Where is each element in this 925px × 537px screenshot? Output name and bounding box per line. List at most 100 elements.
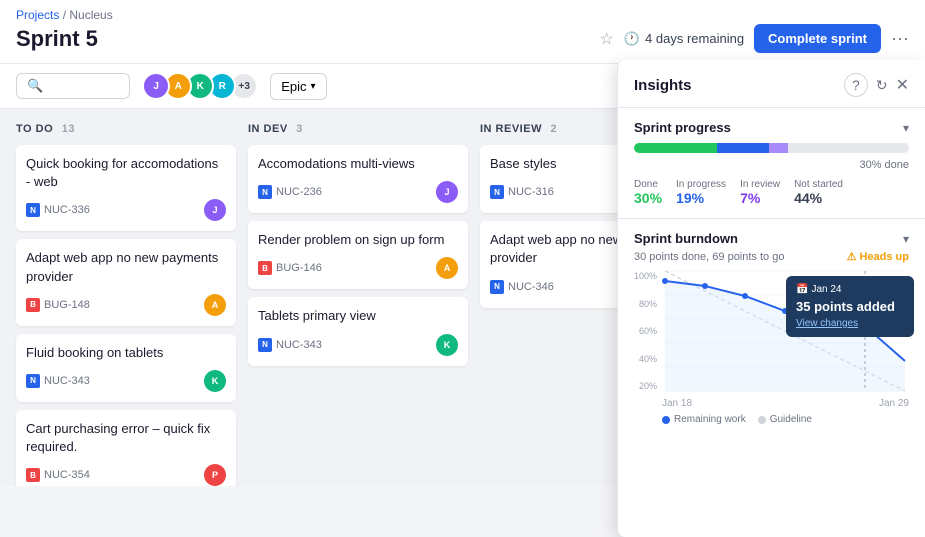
burndown-chart-container: 100% 80% 60% 40% 20% bbox=[634, 271, 909, 425]
ticket-id: NUC-236 bbox=[276, 186, 322, 198]
ticket-id: NUC-336 bbox=[44, 204, 90, 216]
card-nuc-343-dev[interactable]: Tablets primary view N NUC-343 K bbox=[248, 297, 468, 365]
card-avatar: J bbox=[204, 199, 226, 221]
stat-inprogress-label: In progress bbox=[676, 179, 726, 190]
tooltip-date: 📅 Jan 24 bbox=[796, 284, 904, 295]
refresh-button[interactable]: ↻ bbox=[876, 77, 888, 94]
sprint-progress-chevron[interactable]: ▾ bbox=[903, 121, 909, 135]
epic-label: Epic bbox=[281, 79, 306, 94]
top-bar: Projects / Nucleus Sprint 5 ☆ 🕐 4 days r… bbox=[0, 0, 925, 64]
epic-filter-button[interactable]: Epic ▾ bbox=[270, 73, 326, 100]
close-panel-button[interactable]: ✕ bbox=[896, 75, 909, 95]
ticket-icon-bug: B bbox=[26, 298, 40, 312]
insights-panel: Insights ? ↻ ✕ Sprint progress ▾ 30% don… bbox=[617, 60, 925, 537]
todo-count: 13 bbox=[62, 123, 75, 135]
stat-notstarted: Not started 44% bbox=[794, 179, 843, 206]
stat-done-label: Done bbox=[634, 179, 662, 190]
legend-dot-blue bbox=[662, 416, 670, 424]
chart-legend: Remaining work Guideline bbox=[634, 414, 909, 425]
progress-done-label: 30% done bbox=[859, 159, 909, 171]
legend-remaining: Remaining work bbox=[662, 414, 746, 425]
inreview-count: 2 bbox=[551, 123, 558, 135]
tooltip-value: 35 points added bbox=[796, 299, 904, 314]
ticket-id: NUC-343 bbox=[44, 375, 90, 387]
stat-review-value: 7% bbox=[740, 190, 780, 206]
favorite-button[interactable]: ☆ bbox=[600, 29, 614, 49]
column-todo: TO DO 13 Quick booking for accomodations… bbox=[16, 123, 236, 472]
breadcrumb-parent[interactable]: Projects bbox=[16, 8, 59, 22]
x-label-end: Jan 29 bbox=[879, 398, 909, 409]
ticket-icon-nuc: N bbox=[490, 185, 504, 199]
progress-bar bbox=[634, 143, 909, 153]
stat-done: Done 30% bbox=[634, 179, 662, 206]
stat-inprogress: In progress 19% bbox=[676, 179, 726, 206]
breadcrumb: Projects / Nucleus bbox=[16, 8, 909, 22]
column-indev: IN DEV 3 Accomodations multi-views N NUC… bbox=[248, 123, 468, 472]
insights-panel-header: Insights ? ↻ ✕ bbox=[618, 60, 925, 108]
stat-inprogress-value: 19% bbox=[676, 190, 726, 206]
progress-review-bar bbox=[769, 143, 788, 153]
card-avatar: K bbox=[204, 370, 226, 392]
card-nuc-343-todo[interactable]: Fluid booking on tablets N NUC-343 K bbox=[16, 334, 236, 402]
card-avatar: P bbox=[204, 464, 226, 486]
stat-review-label: In review bbox=[740, 179, 780, 190]
ticket-icon-nuc: N bbox=[490, 280, 504, 294]
clock-icon: 🕐 bbox=[624, 31, 640, 47]
days-remaining: 🕐 4 days remaining bbox=[624, 31, 744, 47]
sprint-burndown-section: Sprint burndown ▾ 30 points done, 69 poi… bbox=[618, 219, 925, 537]
complete-sprint-button[interactable]: Complete sprint bbox=[754, 24, 881, 53]
chart-tooltip: 📅 Jan 24 35 points added View changes bbox=[786, 276, 914, 337]
x-label-start: Jan 18 bbox=[662, 398, 692, 409]
card-bug-146[interactable]: Render problem on sign up form B BUG-146… bbox=[248, 221, 468, 289]
card-avatar: A bbox=[204, 294, 226, 316]
progress-done-bar bbox=[634, 143, 717, 153]
sprint-progress-section: Sprint progress ▾ 30% done Done 30% In p… bbox=[618, 108, 925, 219]
warning-icon: ⚠ bbox=[847, 250, 857, 263]
ticket-icon-nuc: N bbox=[258, 185, 272, 199]
ticket-id: NUC-343 bbox=[276, 339, 322, 351]
avatars-group: J A K R +3 bbox=[142, 72, 258, 100]
search-icon: 🔍 bbox=[27, 78, 43, 94]
card-avatar: J bbox=[436, 181, 458, 203]
card-title: Render problem on sign up form bbox=[258, 231, 458, 249]
stat-review: In review 7% bbox=[740, 179, 780, 206]
calendar-icon: 📅 bbox=[796, 284, 808, 295]
burndown-points: 30 points done, 69 points to go bbox=[634, 251, 784, 263]
ticket-icon-nuc: N bbox=[26, 374, 40, 388]
card-nuc-336[interactable]: Quick booking for accomodations - web N … bbox=[16, 145, 236, 231]
heads-up-badge: ⚠ Heads up bbox=[847, 250, 909, 263]
search-box[interactable]: 🔍 bbox=[16, 73, 130, 99]
card-title: Accomodations multi-views bbox=[258, 155, 458, 173]
stat-done-value: 30% bbox=[634, 190, 662, 206]
ticket-id: NUC-354 bbox=[44, 469, 90, 481]
insights-panel-title: Insights bbox=[634, 77, 692, 94]
stat-notstarted-value: 44% bbox=[794, 190, 843, 206]
indev-count: 3 bbox=[296, 123, 303, 135]
card-nuc-354[interactable]: Cart purchasing error – quick fix requir… bbox=[16, 410, 236, 486]
column-header-todo: TO DO 13 bbox=[16, 123, 236, 135]
burndown-chevron[interactable]: ▾ bbox=[903, 232, 909, 246]
help-button[interactable]: ? bbox=[844, 73, 868, 97]
ticket-icon-nuc: N bbox=[26, 203, 40, 217]
ticket-icon-nuc: N bbox=[258, 338, 272, 352]
y-axis: 100% 80% 60% 40% 20% bbox=[634, 271, 661, 391]
breadcrumb-current: Nucleus bbox=[69, 8, 112, 22]
search-input[interactable] bbox=[49, 79, 119, 94]
chevron-down-icon: ▾ bbox=[310, 81, 315, 92]
x-axis: Jan 18 Jan 29 bbox=[634, 398, 909, 409]
card-title: Tablets primary view bbox=[258, 307, 458, 325]
stat-notstarted-label: Not started bbox=[794, 179, 843, 190]
ticket-id: NUC-346 bbox=[508, 281, 554, 293]
progress-stats: Done 30% In progress 19% In review 7% No… bbox=[634, 179, 909, 206]
tooltip-link[interactable]: View changes bbox=[796, 318, 858, 329]
ticket-id: BUG-146 bbox=[276, 262, 322, 274]
card-bug-148[interactable]: Adapt web app no new payments provider B… bbox=[16, 239, 236, 325]
card-avatar: A bbox=[436, 257, 458, 279]
card-title: Cart purchasing error – quick fix requir… bbox=[26, 420, 226, 456]
sprint-progress-title: Sprint progress bbox=[634, 120, 731, 135]
more-options-button[interactable]: ··· bbox=[891, 28, 909, 49]
avatar-1[interactable]: J bbox=[142, 72, 170, 100]
card-nuc-236[interactable]: Accomodations multi-views N NUC-236 J bbox=[248, 145, 468, 213]
legend-dot-gray bbox=[758, 416, 766, 424]
ticket-id: NUC-316 bbox=[508, 186, 554, 198]
